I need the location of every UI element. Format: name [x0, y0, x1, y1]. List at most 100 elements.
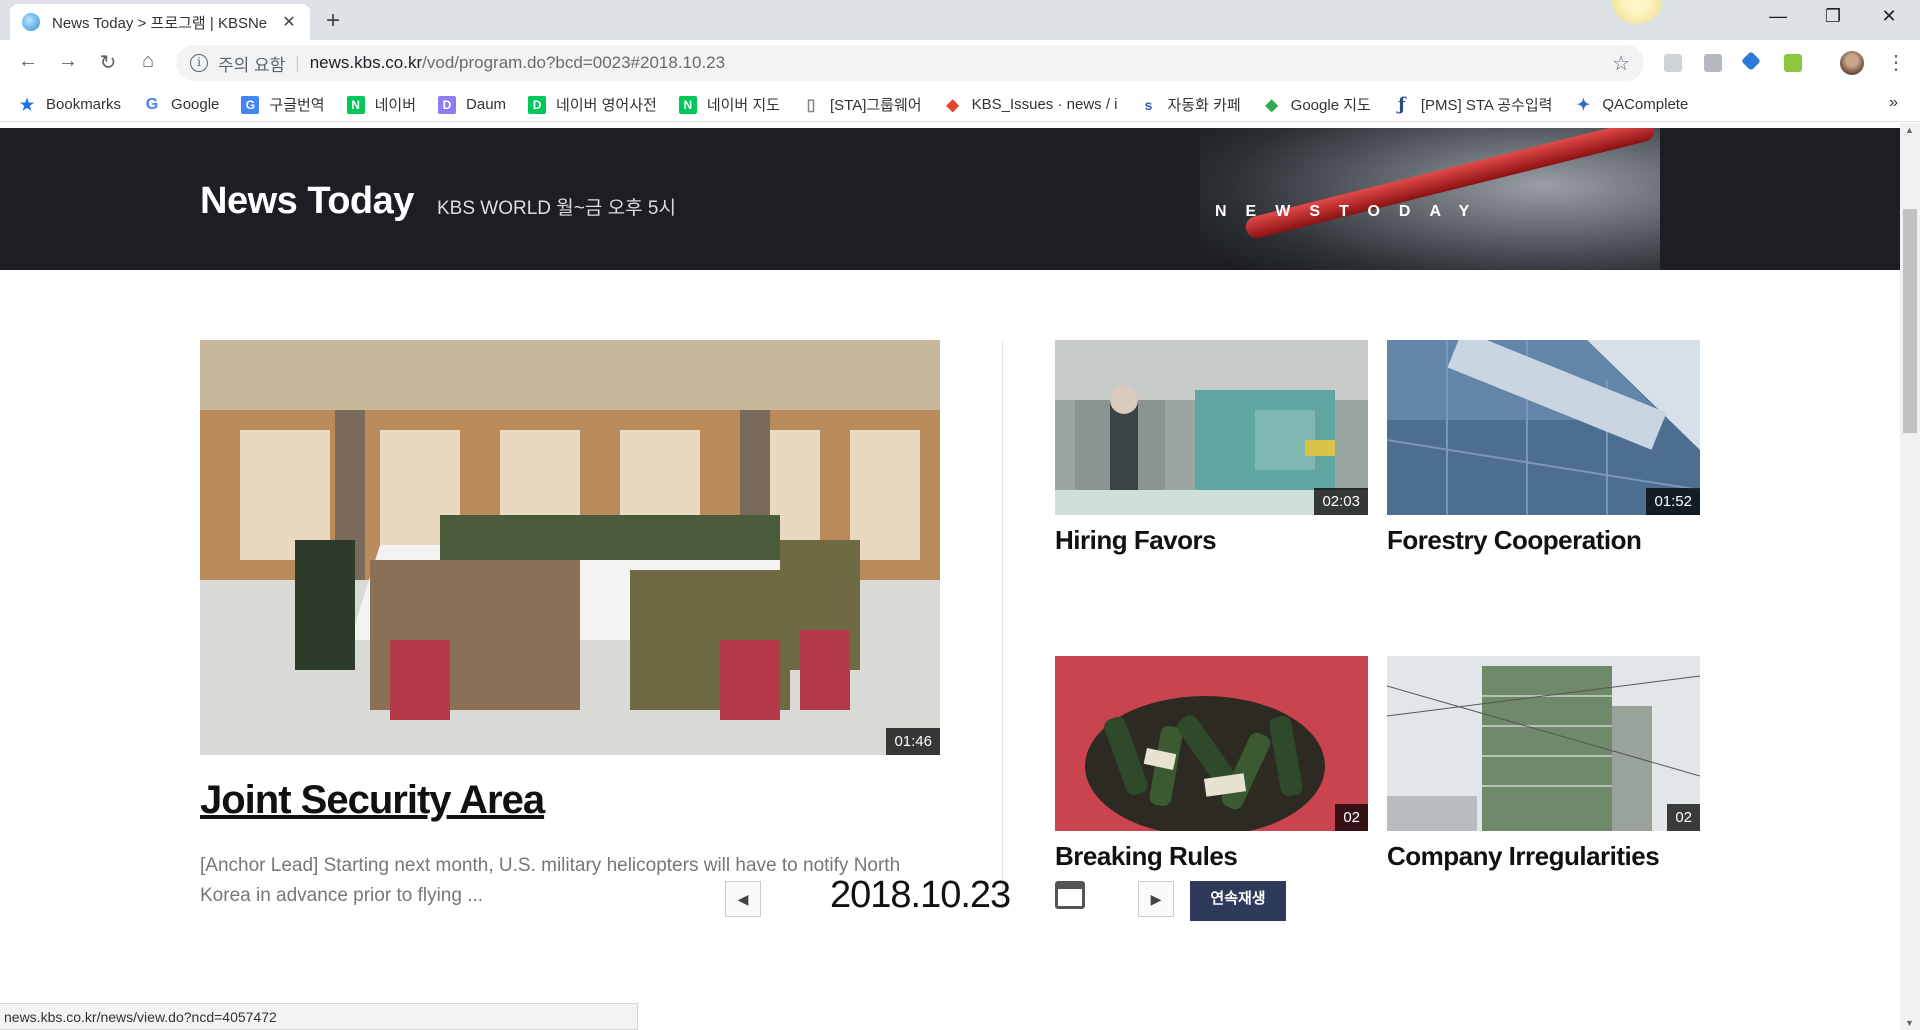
card-title-link[interactable]: Breaking Rules [1055, 841, 1238, 872]
bookmark-label: [PMS] STA 공수입력 [1420, 97, 1553, 114]
calendar-icon[interactable] [1055, 881, 1085, 909]
browser-toolbar: ← → ↻ ⌂ i 주의 요함 | news.kbs.co.kr /vod/pr… [0, 40, 1920, 88]
bottles-image [1055, 656, 1368, 831]
bookmark-item[interactable]: ◆ Google 지도 [1263, 94, 1371, 115]
home-button[interactable]: ⌂ [134, 50, 162, 73]
google-maps-icon: ◆ [1265, 96, 1278, 114]
bookmark-item[interactable]: ▯ [STA]그룹웨어 [802, 94, 922, 115]
bookmark-item[interactable]: G Google [143, 95, 220, 114]
bookmark-item[interactable]: D 네이버 영어사전 [528, 94, 657, 115]
info-icon[interactable]: i [190, 54, 208, 72]
extension-arrow-icon[interactable] [1741, 51, 1761, 71]
minimize-button[interactable]: — [1755, 6, 1801, 27]
address-separator: | [295, 53, 300, 72]
reload-button[interactable]: ↻ [94, 50, 122, 75]
broadcast-date: 2018.10.23 [830, 874, 1011, 916]
program-title[interactable]: News Today [200, 180, 414, 223]
video-duration: 02 [1667, 804, 1700, 831]
bookmark-label: 네이버 영어사전 [556, 97, 657, 114]
pms-icon: ƒ [1397, 94, 1406, 115]
card-title-link[interactable]: Forestry Cooperation [1387, 525, 1642, 556]
bookmark-label: Google 지도 [1290, 97, 1371, 114]
scrollbar-thumb[interactable] [1903, 209, 1917, 433]
bookmarks-bar: ★ Bookmarks G Google G 구글번역 N 네이버 D Daum D 네이버… [0, 88, 1920, 122]
bookmark-label: KBS_Issues · news / i [971, 96, 1118, 113]
bookmark-item[interactable]: ◆ KBS_Issues · news / i [944, 96, 1118, 114]
card-title-link[interactable]: Hiring Favors [1055, 525, 1217, 556]
card-thumbnail[interactable]: 02 [1055, 656, 1368, 831]
bookmark-label: QAComplete [1602, 96, 1689, 113]
back-button[interactable]: ← [14, 50, 42, 73]
column-divider [1002, 340, 1003, 910]
hero-headline-link[interactable]: Joint Security Area [200, 778, 545, 823]
bookmark-item[interactable]: ƒ [PMS] STA 공수입력 [1393, 94, 1553, 115]
bookmark-label: 구글번역 [269, 97, 325, 114]
video-duration: 02 [1335, 804, 1368, 831]
restore-button[interactable]: ❐ [1810, 6, 1856, 27]
card-thumbnail[interactable]: 02 [1387, 656, 1700, 831]
scroll-up-arrow-icon[interactable]: ▲ [1905, 125, 1914, 135]
gitlab-icon: ◆ [946, 96, 959, 114]
card-title-link[interactable]: Company Irregularities [1387, 841, 1660, 872]
scroll-down-arrow-icon[interactable]: ▼ [1905, 1018, 1914, 1028]
bookmark-item[interactable]: G 구글번역 [241, 94, 325, 115]
tab-title: News Today > 프로그램 | KBSNe [52, 14, 268, 32]
video-duration: 01:46 [886, 728, 940, 755]
bookmark-label: Google [171, 96, 220, 113]
url-path: /vod/program.do?bcd=0023#2018.10.23 [422, 53, 726, 72]
program-banner: NEWSTODAY News Today KBS WORLD 월~금 오후 5시 [0, 128, 1900, 270]
daum-icon: D [438, 95, 457, 114]
bookmark-label: 자동화 카페 [1167, 97, 1241, 114]
window-close-button[interactable]: ✕ [1866, 6, 1912, 27]
extension-ladder-icon[interactable] [1784, 54, 1802, 72]
status-bar-url: news.kbs.co.kr/news/view.do?ncd=4057472 [0, 1003, 638, 1030]
card-thumbnail[interactable]: 02:03 [1055, 340, 1368, 515]
autoplay-button[interactable]: 연속재생 [1190, 881, 1286, 921]
video-duration: 01:52 [1646, 488, 1700, 515]
bookmark-item[interactable]: ✦ QAComplete [1574, 96, 1689, 114]
banner-logo-text: NEWSTODAY [1215, 203, 1489, 220]
bookmark-item[interactable]: N 네이버 [346, 94, 417, 115]
bookmark-item[interactable]: ★ Bookmarks [18, 96, 121, 114]
bookmark-star-icon[interactable]: ☆ [1612, 51, 1630, 76]
weather-sun-icon [1612, 0, 1662, 24]
profile-avatar[interactable] [1840, 51, 1864, 75]
construction-image [1387, 656, 1700, 831]
hero-description[interactable]: [Anchor Lead] Starting next month, U.S. … [200, 851, 940, 911]
url-host: news.kbs.co.kr [309, 53, 423, 72]
bookmark-label: 네이버 지도 [706, 97, 780, 114]
bookmark-item[interactable]: D Daum [438, 95, 507, 114]
next-date-button[interactable]: ▶ [1138, 881, 1174, 917]
bookmark-label: Daum [466, 96, 507, 113]
tab-strip: News Today > 프로그램 | KBSNe ✕ + — ❐ ✕ [0, 0, 1920, 40]
card-thumbnail[interactable]: 01:52 [1387, 340, 1700, 515]
dict-icon: D [528, 95, 547, 114]
kbs-favicon-icon [22, 13, 40, 31]
translate-icon: G [241, 95, 260, 114]
forward-button[interactable]: → [54, 50, 82, 73]
page-icon: ▯ [806, 96, 816, 114]
star-icon: ★ [19, 96, 35, 114]
browser-tab[interactable]: News Today > 프로그램 | KBSNe ✕ [10, 4, 310, 40]
extension-ex-icon[interactable] [1704, 54, 1722, 72]
tab-close-button[interactable]: ✕ [280, 12, 298, 32]
security-status: 주의 요함 [218, 55, 286, 75]
bookmark-item[interactable]: s 자동화 카페 [1140, 94, 1241, 115]
bookmark-item[interactable]: N 네이버 지도 [678, 94, 780, 115]
page-scrollbar[interactable]: ▲ ▼ [1900, 123, 1920, 1030]
hero-thumbnail[interactable]: 01:46 [200, 340, 940, 755]
address-bar[interactable]: i 주의 요함 | news.kbs.co.kr /vod/program.do… [176, 45, 1644, 81]
google-icon: G [145, 95, 159, 113]
naver-icon: N [346, 95, 365, 114]
browser-menu-icon[interactable]: ⋮ [1886, 50, 1906, 75]
prev-date-button[interactable]: ◀ [725, 881, 761, 917]
bookmark-label: [STA]그룹웨어 [829, 97, 922, 114]
meeting-room-image [200, 340, 940, 755]
sta-icon: s [1144, 96, 1153, 113]
qacomplete-icon: ✦ [1576, 96, 1591, 114]
program-schedule: KBS WORLD 월~금 오후 5시 [437, 198, 676, 219]
bookmarks-more-icon[interactable]: » [1889, 94, 1898, 112]
new-tab-button[interactable]: + [326, 7, 340, 35]
bookmark-label: 네이버 [374, 97, 417, 114]
extension-icon[interactable] [1664, 54, 1682, 72]
